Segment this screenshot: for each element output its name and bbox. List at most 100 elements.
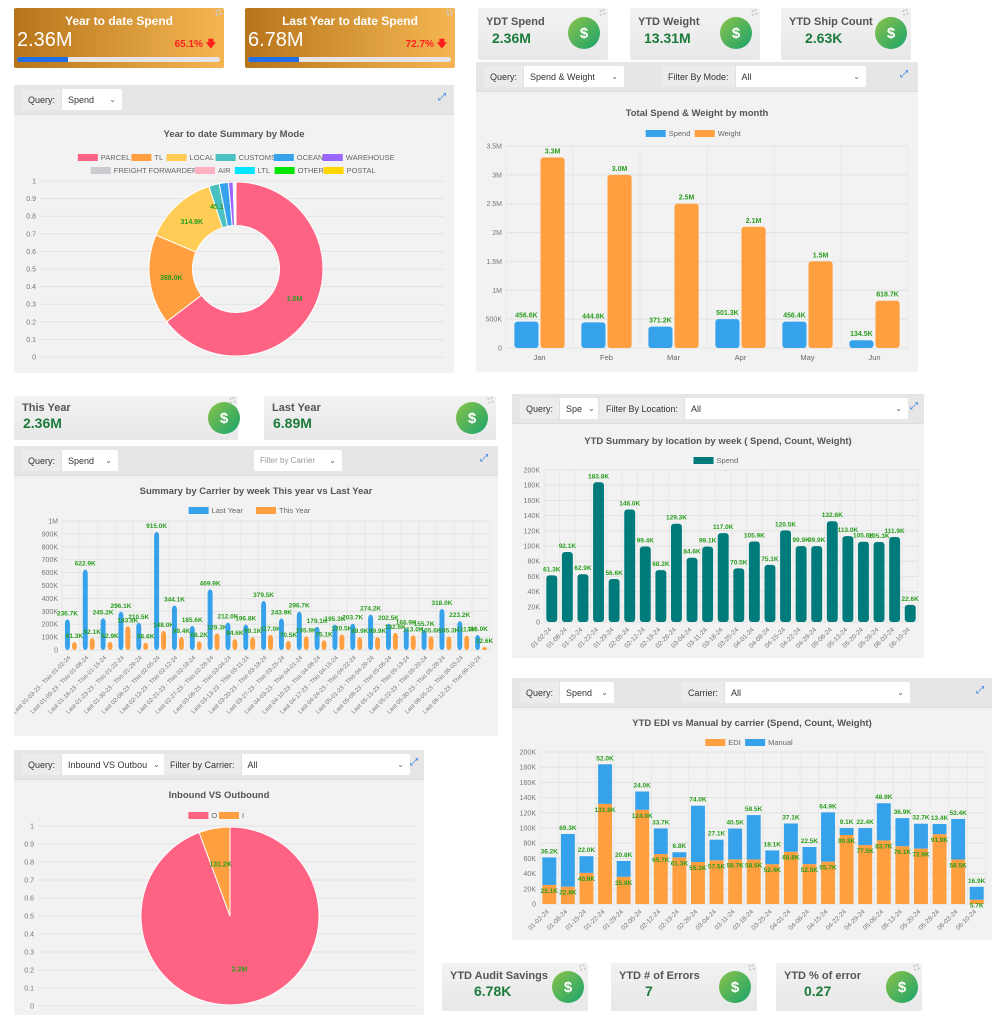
data-label: 20.8K <box>615 852 633 859</box>
chevron-down-icon[interactable]: ⌄ <box>611 72 618 81</box>
gear-icon[interactable] <box>446 9 453 16</box>
panel-inbound-outbound: Query: Inbound VS Outbou ⌄ Filter by Carr… <box>14 750 424 1015</box>
y-tick-label: 0.2 <box>24 968 34 975</box>
expand-icon[interactable]: ⤢ <box>410 758 420 768</box>
bar <box>143 642 149 650</box>
bar <box>107 641 113 650</box>
kpi-title: YTD Weight <box>638 16 700 28</box>
query-select[interactable]: Query: Spend ⌄ <box>22 450 118 471</box>
data-label: 99.9K <box>369 628 387 635</box>
query-select[interactable]: Query: Spend ⌄ <box>22 89 122 110</box>
data-label: 22.4K <box>857 819 875 826</box>
legend-label: AIR <box>218 166 231 175</box>
bar <box>648 326 673 348</box>
bar <box>717 533 729 622</box>
y-tick-label: 800K <box>42 544 59 551</box>
data-label: 22.5K <box>801 838 819 845</box>
data-label: 469.9K <box>200 580 221 587</box>
bar <box>821 812 836 862</box>
gear-icon[interactable] <box>579 964 586 971</box>
filter-label: Filter By Location: <box>600 398 686 419</box>
data-label: 622.9K <box>75 561 96 568</box>
expand-icon[interactable]: ⤢ <box>438 93 448 103</box>
y-tick-label: 3.5M <box>486 144 502 151</box>
data-label: 129.3K <box>666 515 687 522</box>
gear-icon[interactable] <box>229 397 236 404</box>
data-label: 22.8K <box>559 890 577 897</box>
gear-icon[interactable] <box>902 9 909 16</box>
filter-label: Filter By Mode: <box>662 66 736 87</box>
kpi-card-ytd-weight: YTD Weight 13.31M $ <box>630 8 760 60</box>
expand-icon[interactable]: ⤢ <box>900 70 910 80</box>
data-label: 116.0K <box>467 626 488 633</box>
legend-swatch <box>705 739 726 746</box>
bar <box>232 639 238 650</box>
data-label: 58.5K <box>745 863 763 870</box>
filter-carrier-select[interactable]: Filter by Carrier: All ⌄ <box>164 754 410 775</box>
expand-icon[interactable]: ⤢ <box>480 454 490 464</box>
data-label: 69.3K <box>559 825 577 832</box>
bar <box>795 546 807 622</box>
query-label: Query: <box>22 450 63 471</box>
y-tick-label: 0.6 <box>26 249 36 256</box>
gear-icon[interactable] <box>751 9 758 16</box>
kpi-value: 2.36M <box>492 30 531 46</box>
data-label: 62.9K <box>101 633 119 640</box>
chart-title: Year to date Summary by Mode <box>164 129 305 140</box>
filter-carrier-select[interactable]: Filter by Carrier ⌄ <box>254 450 342 471</box>
query-select[interactable]: Query: Inbound VS Outbou ⌄ <box>22 754 164 775</box>
gear-icon[interactable] <box>748 964 755 971</box>
bar <box>446 636 452 650</box>
bar <box>540 157 565 348</box>
chevron-down-icon: ⌄ <box>105 456 112 465</box>
data-label: 61.3K <box>671 860 689 867</box>
data-label: 183.8K <box>588 473 609 480</box>
gear-icon[interactable] <box>487 397 494 404</box>
y-tick-label: 200K <box>520 750 537 757</box>
bar <box>932 834 947 904</box>
data-label: 22.0K <box>578 847 596 854</box>
chart-month: Total Spend & Weight by month Spend Weight… <box>486 108 909 362</box>
bar <box>849 340 874 348</box>
kpi-title: Last Year to date Spend <box>282 14 418 28</box>
chevron-down-icon: ⌄ <box>153 760 160 769</box>
bar <box>161 630 167 650</box>
legend-swatch <box>219 812 239 819</box>
gear-icon[interactable] <box>215 9 222 16</box>
gear-icon[interactable] <box>599 9 606 16</box>
gear-icon[interactable] <box>913 964 920 971</box>
bar <box>581 322 606 348</box>
expand-icon[interactable]: ⤢ <box>976 686 986 696</box>
data-label: 74.0K <box>689 797 707 804</box>
data-label: 99.9K <box>808 537 826 544</box>
bar <box>607 174 632 348</box>
y-tick-label: 160K <box>520 780 537 787</box>
kpi-card-this-year: This Year 2.36M $ <box>14 396 240 440</box>
data-label: 36.2K <box>541 848 559 855</box>
y-tick-label: 100K <box>520 826 537 833</box>
y-tick-label: 0.9 <box>24 842 34 849</box>
y-tick-label: 180K <box>520 765 537 772</box>
x-tick-label: May <box>800 353 814 362</box>
expand-icon[interactable]: ⤢ <box>910 402 920 412</box>
data-label: 185.6K <box>182 617 203 624</box>
data-label: 210.5K <box>128 614 149 621</box>
dollar-icon: $ <box>886 971 918 1003</box>
y-tick-label: 0.8 <box>24 860 34 867</box>
filter-location-select[interactable]: Filter By Location: All ⌄ <box>600 398 908 419</box>
kpi-change-text: 72.7% <box>405 39 434 50</box>
panel-toolbar: Query: Spe ⌄ Filter By Location: All ⌄ ⤢ <box>512 394 924 424</box>
query-select[interactable]: Query: Spe ⌄ <box>520 398 598 419</box>
y-tick-label: 180K <box>524 483 541 490</box>
kpi-ytd-spend: Year to date Spend 2.36M 65.1% 🡇 <box>14 8 224 68</box>
filter-mode-select[interactable]: Filter By Mode: All ⌄ <box>662 66 866 87</box>
query-select[interactable]: Query: Spend ⌄ <box>520 682 614 703</box>
filter-carrier-select[interactable]: Carrier: All ⌄ <box>682 682 910 703</box>
query-select[interactable]: Query: Spend & Weight ⌄ <box>484 66 624 87</box>
panel-carrier-week: Query: Spend ⌄ Filter by Carrier ⌄ ⤢ Summa… <box>14 446 498 736</box>
data-label: 56.6K <box>605 570 623 577</box>
x-tick-label: Jun <box>868 353 880 362</box>
chevron-down-icon: ⌄ <box>601 688 608 697</box>
legend-swatch <box>694 130 715 137</box>
data-label: 84.6K <box>226 630 244 637</box>
